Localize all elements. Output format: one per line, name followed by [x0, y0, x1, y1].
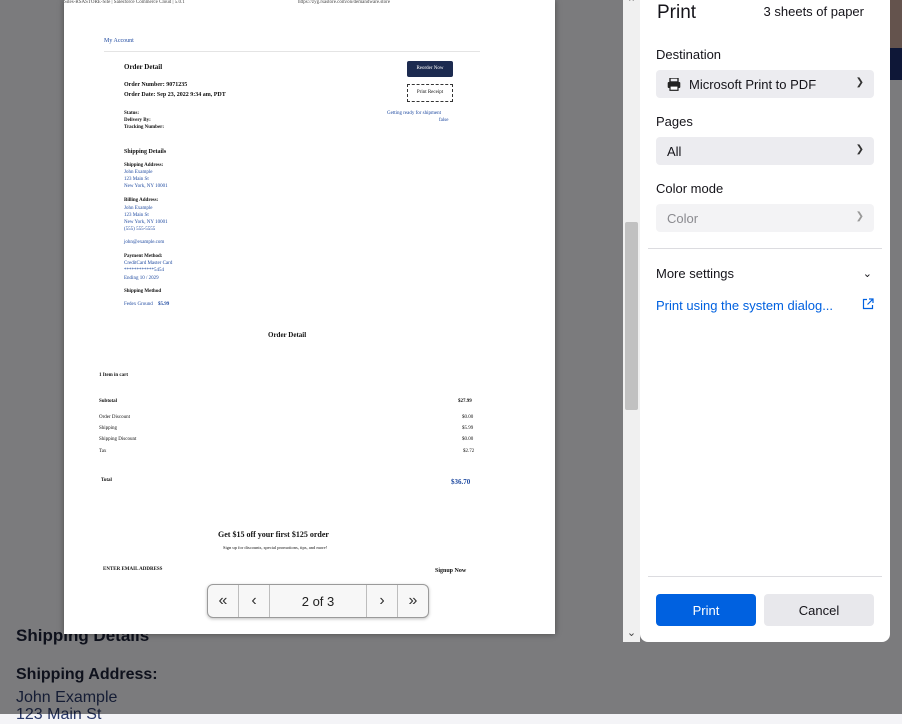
preview-email: john@example.com [124, 240, 165, 245]
chevron-down-icon: ❯ [855, 77, 864, 88]
preview-bill-street: 123 Main St [124, 213, 149, 218]
footer-divider [648, 576, 882, 577]
preview-billing-address-label: Billing Address: [124, 198, 159, 203]
preview-shipping-method-price: $5.99 [158, 302, 170, 307]
last-page-button[interactable]: » [397, 585, 428, 617]
preview-total-value-4: $2.72 [463, 449, 475, 454]
preview-total-label-0: Subtotal [99, 399, 118, 404]
preview-order-detail-title: Order Detail [124, 63, 163, 71]
preview-print-receipt-button: Print Receipt [407, 84, 453, 102]
preview-shipping-method-label: Shipping Method [124, 289, 162, 294]
page-number-field[interactable]: 2 of 3 [270, 585, 366, 617]
preview-total-value-2: $5.99 [462, 426, 474, 431]
printer-icon [667, 77, 681, 91]
preview-bill-phone: (555) 555-5555 [124, 227, 156, 232]
color-mode-value: Color [667, 210, 699, 226]
destination-value: Microsoft Print to PDF [689, 76, 817, 92]
preview-card-type: CreditCard Master Card [124, 261, 173, 266]
preview-items-in-cart: 1 Item in cart [99, 373, 129, 378]
preview-ship-city: New York, NY 10001 [124, 184, 168, 189]
preview-card-expiry: Ending 10 / 2029 [124, 276, 159, 281]
external-link-icon[interactable] [862, 298, 874, 313]
pages-select[interactable]: All ❯ [656, 137, 874, 165]
chevron-down-icon[interactable]: ⌄ [863, 267, 872, 280]
scroll-up-arrow-icon[interactable]: ⌃ [623, 0, 640, 10]
print-preview-page: Sites-RSASTORE-Site | Salesforce Commerc… [64, 0, 555, 634]
preview-tracking-value: false [439, 118, 449, 123]
preview-ship-name: John Example [124, 170, 153, 175]
section-divider [648, 248, 882, 249]
preview-total-value: $36.70 [451, 478, 471, 486]
next-page-button[interactable]: › [366, 585, 397, 617]
system-dialog-link[interactable]: Print using the system dialog... [656, 298, 833, 313]
preview-signup: Signup Now [435, 568, 467, 574]
preview-header-url: https://zyg.rsastore.com/on/demandware.s… [298, 0, 391, 5]
preview-delivery-label: Delivery By: [124, 118, 151, 123]
preview-bill-name: John Example [124, 206, 153, 211]
more-settings-toggle[interactable]: More settings [656, 266, 734, 281]
destination-label: Destination [656, 47, 722, 62]
preview-tracking-label: Tracking Number: [124, 125, 165, 130]
preview-status-value: Getting ready for shipment [387, 111, 442, 116]
preview-reorder-button: Reorder Now [407, 61, 453, 77]
preview-total-value-3: $0.00 [462, 437, 474, 442]
scrollbar-thumb[interactable] [625, 222, 638, 410]
preview-status-label: Status: [124, 111, 140, 116]
print-settings-panel: Print 3 sheets of paper Destination Micr… [640, 0, 890, 642]
preview-promo-sub: Sign up for discounts, special promotion… [223, 545, 328, 550]
preview-divider [104, 51, 480, 52]
preview-promo-title: Get $15 off your first $125 order [218, 530, 329, 539]
preview-total-label-3: Shipping Discount [99, 437, 137, 442]
preview-total-label: Total [101, 478, 112, 483]
destination-select[interactable]: Microsoft Print to PDF ❯ [656, 70, 874, 98]
scroll-down-arrow-icon[interactable]: ⌄ [623, 626, 640, 640]
preview-shipping-method-value: Fedex Ground [124, 302, 153, 307]
page-navigation-toolbar: « ‹ 2 of 3 › » [207, 584, 429, 618]
print-title: Print [657, 2, 697, 23]
color-mode-label: Color mode [656, 181, 724, 196]
color-mode-select[interactable]: Color ❯ [656, 204, 874, 232]
preview-order-date: Order Date: Sep 23, 2022 9:34 am, PDT [124, 92, 226, 98]
preview-order-detail-center: Order Detail [268, 331, 307, 339]
chevron-down-icon: ❯ [855, 144, 864, 155]
preview-ship-street: 123 Main St [124, 177, 149, 182]
preview-payment-method-label: Payment Method: [124, 254, 163, 259]
preview-total-label-1: Order Discount [99, 415, 130, 420]
preview-header-title: Sites-RSASTORE-Site | Salesforce Commerc… [64, 0, 185, 5]
sheet-count: 3 sheets of paper [763, 4, 864, 19]
preview-total-label-2: Shipping [99, 426, 118, 431]
preview-bill-city: New York, NY 10001 [124, 220, 168, 225]
preview-total-value-1: $0.00 [462, 415, 474, 420]
preview-my-account: My Account [104, 38, 134, 44]
chevron-down-icon: ❯ [855, 211, 864, 222]
preview-card-number: ************5454 [124, 268, 164, 273]
preview-scrollbar[interactable]: ⌃ ⌄ [623, 0, 640, 642]
preview-order-number: Order Number: 9071235 [124, 82, 188, 88]
preview-email-placeholder: ENTER EMAIL ADDRESS [103, 567, 163, 572]
pages-label: Pages [656, 114, 693, 129]
preview-total-label-4: Tax [99, 449, 107, 454]
pages-value: All [667, 143, 682, 159]
previous-page-button[interactable]: ‹ [239, 585, 270, 617]
preview-shipping-address-label: Shipping Address: [124, 163, 164, 168]
first-page-button[interactable]: « [208, 585, 239, 617]
print-button[interactable]: Print [656, 594, 756, 626]
preview-shipping-details: Shipping Details [124, 149, 167, 155]
cancel-button[interactable]: Cancel [764, 594, 874, 626]
preview-total-value-0: $27.99 [458, 399, 472, 404]
